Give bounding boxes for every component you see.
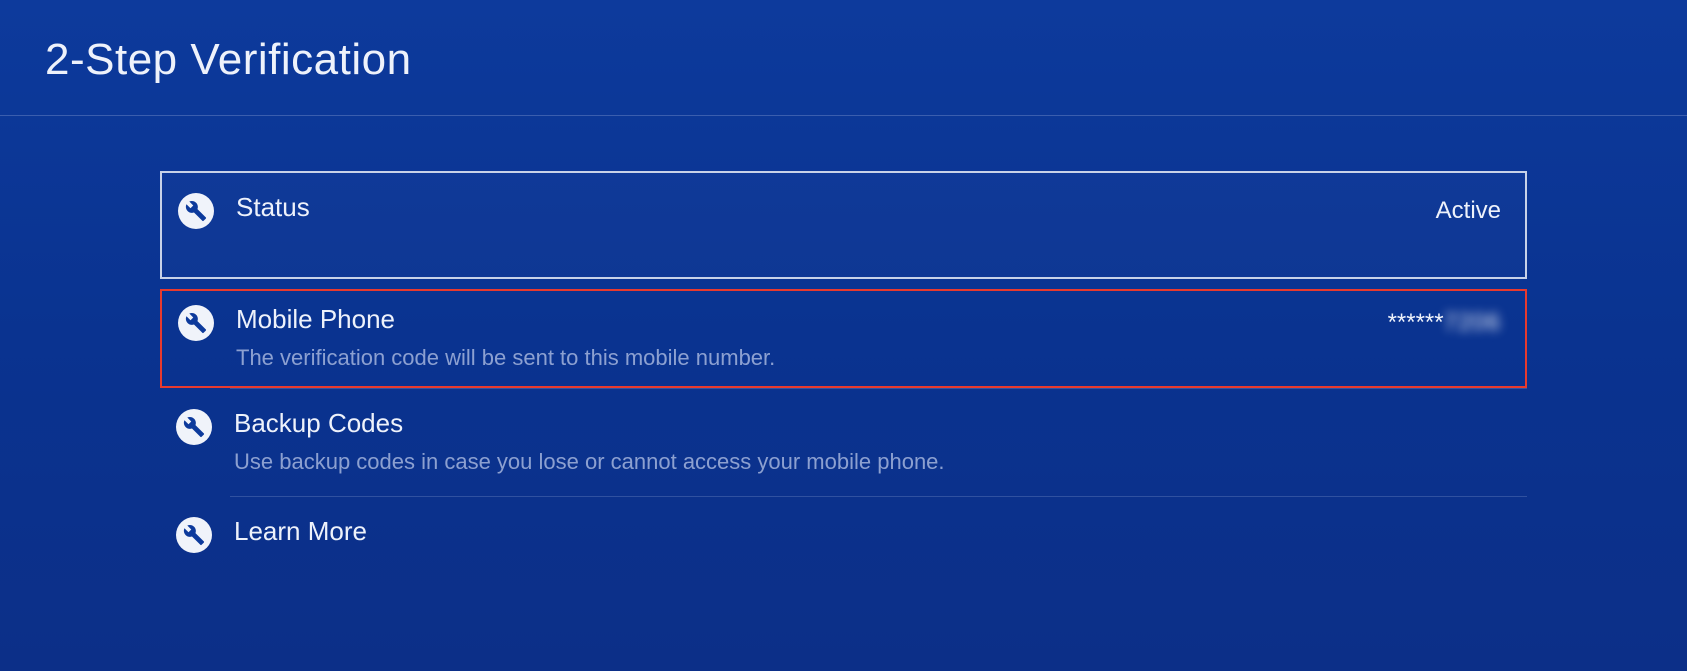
mobile-desc: The verification code will be sent to th… [236, 341, 1388, 374]
backup-desc: Use backup codes in case you lose or can… [234, 445, 1503, 478]
mobile-value-mask: ****** [1388, 309, 1444, 336]
backup-text: Backup Codes Use backup codes in case yo… [234, 407, 1503, 478]
mobile-value-blurred: 7206 [1444, 309, 1501, 336]
learn-label: Learn More [234, 515, 1503, 549]
mobile-phone-row[interactable]: Mobile Phone The verification code will … [160, 289, 1527, 388]
learn-text: Learn More [234, 515, 1503, 549]
status-text: Status [236, 191, 1436, 225]
wrench-icon [178, 305, 214, 341]
mobile-label: Mobile Phone [236, 303, 1388, 337]
page-title: 2-Step Verification [45, 35, 1687, 85]
learn-more-row[interactable]: Learn More [160, 497, 1527, 571]
status-value: Active [1436, 197, 1501, 225]
wrench-icon [176, 409, 212, 445]
mobile-text: Mobile Phone The verification code will … [236, 303, 1388, 374]
mobile-value: ******7206 [1388, 309, 1501, 337]
backup-codes-row[interactable]: Backup Codes Use backup codes in case yo… [160, 389, 1527, 496]
page-header: 2-Step Verification [0, 0, 1687, 116]
wrench-icon [178, 193, 214, 229]
status-label: Status [236, 191, 1436, 225]
wrench-icon [176, 517, 212, 553]
status-row[interactable]: Status Active [160, 171, 1527, 279]
backup-label: Backup Codes [234, 407, 1503, 441]
settings-list: Status Active Mobile Phone The verificat… [0, 116, 1687, 571]
